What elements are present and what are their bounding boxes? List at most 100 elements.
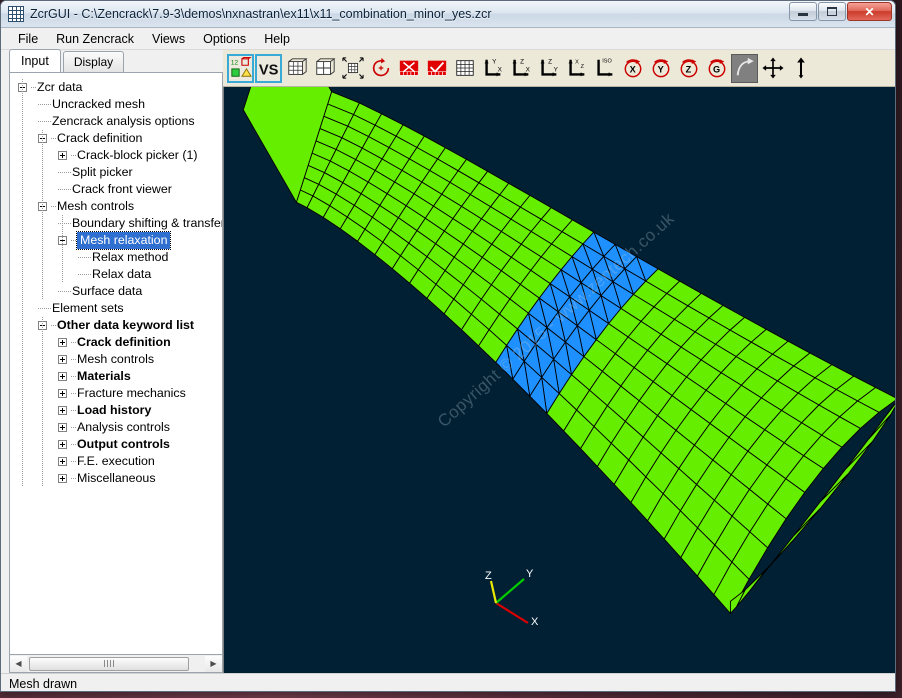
tree-connector: [58, 189, 72, 190]
expand-icon[interactable]: [58, 423, 67, 432]
svg-text:Z: Z: [685, 65, 691, 75]
axis-z-label: Z: [485, 570, 492, 582]
solid-mesh-icon[interactable]: [283, 54, 310, 83]
view-xyz-axis-icon[interactable]: XZ: [563, 54, 590, 83]
tree-item-zencrack-analysis-options[interactable]: Zencrack analysis options: [10, 113, 222, 130]
svg-text:X: X: [525, 67, 530, 74]
tree-item-label: Fracture mechanics: [77, 386, 186, 400]
tree-item-label: Mesh controls: [57, 199, 135, 213]
delete-mesh-icon[interactable]: [395, 54, 422, 83]
view-x-axis-icon[interactable]: YX: [479, 54, 506, 83]
axis-x-line: [495, 602, 529, 624]
menu-item-file[interactable]: File: [9, 29, 47, 49]
tree-connector: [38, 104, 52, 105]
svg-text:Z: Z: [548, 58, 552, 65]
tree-horizontal-scrollbar[interactable]: ◀ ▶: [9, 655, 223, 673]
axis-triad: X Y Z: [485, 568, 539, 628]
tree-item-element-sets[interactable]: Element sets: [10, 300, 222, 317]
tree-item-uncracked-mesh[interactable]: Uncracked mesh: [10, 96, 222, 113]
grid-icon[interactable]: [451, 54, 478, 83]
vs-view-select-icon[interactable]: VS: [255, 53, 282, 83]
minimize-button[interactable]: [789, 2, 817, 21]
svg-text:VS: VS: [258, 62, 278, 78]
view-z-axis-icon[interactable]: ZX: [507, 54, 534, 83]
tab-input[interactable]: Input: [9, 49, 61, 72]
shaded-box-icon[interactable]: [311, 54, 338, 83]
tab-display[interactable]: Display: [62, 51, 125, 72]
scrollbar-track[interactable]: [27, 655, 205, 672]
menu-item-options[interactable]: Options: [194, 29, 255, 49]
rotate-z-icon[interactable]: Z: [675, 54, 702, 83]
rotate-reset-icon[interactable]: [367, 54, 394, 83]
svg-text:Z: Z: [580, 64, 584, 70]
expand-icon[interactable]: [58, 406, 67, 415]
minimize-icon: [798, 13, 808, 16]
data-tree: Zcr data Uncracked mesh Zencrack analysis …: [10, 73, 222, 487]
expand-icon[interactable]: [58, 457, 67, 466]
pan-icon[interactable]: [759, 54, 786, 83]
free-rotate-icon[interactable]: [731, 53, 758, 83]
tab-strip: Input Display: [1, 49, 223, 72]
application-window: ZcrGUI - C:\Zencrack\7.9-3\demos\nxnastr…: [0, 0, 896, 692]
right-panel: 12 VS Y X Z X Z Y X Z ISO X Y Z G Copyright © 2015 - w…: [223, 50, 895, 673]
expand-icon[interactable]: [58, 440, 67, 449]
scroll-right-button[interactable]: ▶: [205, 655, 222, 672]
select-mesh-icon[interactable]: [423, 54, 450, 83]
scrollbar-thumb[interactable]: [29, 656, 189, 671]
toolbar: 12 VS Y X Z X Z Y X Z ISO X Y Z G: [223, 50, 895, 87]
left-panel: Input Display Zcr data Uncracked mesh Zenc…: [1, 49, 223, 673]
expand-icon[interactable]: [58, 389, 67, 398]
expand-icon[interactable]: [58, 338, 67, 347]
rotate-y-icon[interactable]: Y: [647, 54, 674, 83]
svg-text:X: X: [575, 59, 579, 65]
axis-y-label: Y: [526, 568, 534, 580]
crack-block-picker-icon[interactable]: 12: [227, 53, 254, 83]
tree-item-zcr-data[interactable]: Zcr data: [10, 79, 222, 96]
svg-text:Z: Z: [520, 58, 524, 65]
tree-item-label: Miscellaneous: [77, 471, 156, 485]
expand-icon[interactable]: [58, 372, 67, 381]
3d-viewport[interactable]: Copyright © 2015 - www.zentech.co.uk XYZ: [223, 87, 895, 673]
menu-item-views[interactable]: Views: [143, 29, 194, 49]
tree-guide-line: [62, 215, 63, 283]
scroll-left-button[interactable]: ◀: [10, 655, 27, 672]
maximize-icon: [827, 7, 837, 16]
tree-item-label: Element sets: [52, 301, 124, 315]
zoom-to-fit-icon[interactable]: [339, 54, 366, 83]
tree-item-label: Crack definition: [57, 131, 143, 145]
menu-item-run-zencrack[interactable]: Run Zencrack: [47, 29, 143, 49]
expand-icon[interactable]: [58, 474, 67, 483]
grip-line: [104, 660, 105, 667]
menu-item-help[interactable]: Help: [255, 29, 299, 49]
svg-text:Y: Y: [492, 58, 497, 65]
mesh-grid-icon: [8, 6, 24, 22]
main-body: Input Display Zcr data Uncracked mesh Zenc…: [1, 49, 895, 673]
tree-item-label: Boundary shifting & transfer: [72, 216, 223, 230]
expand-icon[interactable]: [58, 151, 67, 160]
view-iso-icon[interactable]: ISO: [591, 54, 618, 83]
tree-connector: [58, 172, 72, 173]
svg-text:G: G: [712, 65, 719, 75]
grip-line: [113, 660, 114, 667]
tree-guide-line: [42, 317, 43, 487]
tree-panel[interactable]: Zcr data Uncracked mesh Zencrack analysis …: [9, 72, 223, 655]
zoom-axis-icon[interactable]: [787, 54, 814, 83]
tree-connector: [58, 291, 72, 292]
maximize-button[interactable]: [818, 2, 846, 21]
expand-icon[interactable]: [58, 355, 67, 364]
svg-text:X: X: [497, 67, 502, 74]
tree-item-label: Zencrack analysis options: [52, 114, 195, 128]
svg-text:12: 12: [230, 59, 238, 66]
tree-item-label: F.E. execution: [77, 454, 155, 468]
tree-item-label: Relax method: [92, 250, 169, 264]
tree-connector: [38, 308, 52, 309]
tree-guide-line: [22, 79, 23, 487]
tree-item-label: Relax data: [92, 267, 152, 281]
tree-item-label: Load history: [77, 403, 152, 417]
tree-item-label: Output controls: [77, 437, 170, 451]
tree-item-label: Uncracked mesh: [52, 97, 145, 111]
rotate-x-icon[interactable]: X: [619, 54, 646, 83]
view-y-axis-icon[interactable]: ZY: [535, 54, 562, 83]
close-button[interactable]: ✕: [847, 2, 892, 21]
rotate-g-icon[interactable]: G: [703, 54, 730, 83]
